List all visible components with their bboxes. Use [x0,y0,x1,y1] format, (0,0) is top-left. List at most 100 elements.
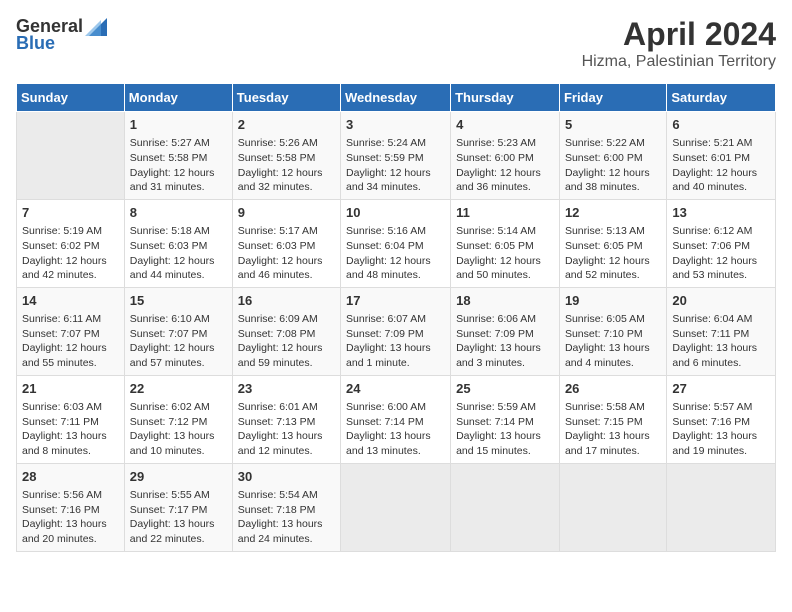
day-number: 14 [22,292,119,310]
day-info: Sunrise: 5:24 AM Sunset: 5:59 PM Dayligh… [346,136,445,195]
calendar-week-row: 7 Sunrise: 5:19 AM Sunset: 6:02 PM Daylig… [17,199,776,287]
day-number: 3 [346,116,445,134]
day-info: Sunrise: 5:14 AM Sunset: 6:05 PM Dayligh… [456,224,554,283]
header-day-monday: Monday [124,84,232,112]
day-info: Sunrise: 6:09 AM Sunset: 7:08 PM Dayligh… [238,312,335,371]
day-info: Sunrise: 5:23 AM Sunset: 6:00 PM Dayligh… [456,136,554,195]
header-day-friday: Friday [559,84,666,112]
calendar-cell: 10Sunrise: 5:16 AM Sunset: 6:04 PM Dayli… [341,199,451,287]
day-info: Sunrise: 5:19 AM Sunset: 6:02 PM Dayligh… [22,224,119,283]
day-info: Sunrise: 5:55 AM Sunset: 7:17 PM Dayligh… [130,488,227,547]
day-info: Sunrise: 5:59 AM Sunset: 7:14 PM Dayligh… [456,400,554,459]
calendar-cell: 30 Sunrise: 5:54 AM Sunset: 7:18 PM Dayli… [232,463,340,551]
day-number: 27 [672,380,770,398]
day-number: 25 [456,380,554,398]
header-day-sunday: Sunday [17,84,125,112]
day-number: 30 [238,468,335,486]
logo: General Blue [16,16,107,54]
calendar-cell: 9 Sunrise: 5:17 AM Sunset: 6:03 PM Daylig… [232,199,340,287]
day-number: 9 [238,204,335,222]
day-number: 16 [238,292,335,310]
day-info: Sunrise: 5:16 AM Sunset: 6:04 PM Dayligh… [346,224,445,283]
day-info: Sunrise: 6:07 AM Sunset: 7:09 PM Dayligh… [346,312,445,371]
calendar-week-row: 14 Sunrise: 6:11 AM Sunset: 7:07 PM Dayli… [17,287,776,375]
day-number: 1 [130,116,227,134]
day-number: 5 [565,116,661,134]
day-info: Sunrise: 5:57 AM Sunset: 7:16 PM Dayligh… [672,400,770,459]
day-number: 23 [238,380,335,398]
day-number: 19 [565,292,661,310]
day-info: Sunrise: 6:12 AM Sunset: 7:06 PM Dayligh… [672,224,770,283]
calendar-cell: 28 Sunrise: 5:56 AM Sunset: 7:16 PM Dayli… [17,463,125,551]
calendar-cell [667,463,776,551]
calendar-cell: 19Sunrise: 6:05 AM Sunset: 7:10 PM Dayli… [559,287,666,375]
calendar-cell: 11 Sunrise: 5:14 AM Sunset: 6:05 PM Dayli… [451,199,560,287]
header-day-saturday: Saturday [667,84,776,112]
calendar-cell: 25 Sunrise: 5:59 AM Sunset: 7:14 PM Dayli… [451,375,560,463]
day-number: 22 [130,380,227,398]
day-info: Sunrise: 5:22 AM Sunset: 6:00 PM Dayligh… [565,136,661,195]
day-info: Sunrise: 5:26 AM Sunset: 5:58 PM Dayligh… [238,136,335,195]
day-number: 24 [346,380,445,398]
calendar-cell: 3 Sunrise: 5:24 AM Sunset: 5:59 PM Daylig… [341,112,451,200]
calendar-cell: 5 Sunrise: 5:22 AM Sunset: 6:00 PM Daylig… [559,112,666,200]
day-info: Sunrise: 6:06 AM Sunset: 7:09 PM Dayligh… [456,312,554,371]
day-info: Sunrise: 6:02 AM Sunset: 7:12 PM Dayligh… [130,400,227,459]
page-header: General Blue April 2024 Hizma, Palestini… [16,16,776,71]
calendar-cell: 18 Sunrise: 6:06 AM Sunset: 7:09 PM Dayli… [451,287,560,375]
day-info: Sunrise: 5:17 AM Sunset: 6:03 PM Dayligh… [238,224,335,283]
day-number: 2 [238,116,335,134]
calendar-cell: 20Sunrise: 6:04 AM Sunset: 7:11 PM Dayli… [667,287,776,375]
day-info: Sunrise: 6:03 AM Sunset: 7:11 PM Dayligh… [22,400,119,459]
day-number: 6 [672,116,770,134]
calendar-cell: 12Sunrise: 5:13 AM Sunset: 6:05 PM Dayli… [559,199,666,287]
day-info: Sunrise: 5:56 AM Sunset: 7:16 PM Dayligh… [22,488,119,547]
header-day-tuesday: Tuesday [232,84,340,112]
calendar-cell: 24 Sunrise: 6:00 AM Sunset: 7:14 PM Dayli… [341,375,451,463]
day-info: Sunrise: 6:04 AM Sunset: 7:11 PM Dayligh… [672,312,770,371]
calendar-cell: 27 Sunrise: 5:57 AM Sunset: 7:16 PM Dayli… [667,375,776,463]
day-number: 11 [456,204,554,222]
calendar-cell: 13 Sunrise: 6:12 AM Sunset: 7:06 PM Dayli… [667,199,776,287]
calendar-table: SundayMondayTuesdayWednesdayThursdayFrid… [16,83,776,552]
day-number: 15 [130,292,227,310]
logo-icon [85,18,107,36]
day-info: Sunrise: 5:13 AM Sunset: 6:05 PM Dayligh… [565,224,661,283]
day-number: 7 [22,204,119,222]
calendar-cell: 6Sunrise: 5:21 AM Sunset: 6:01 PM Daylig… [667,112,776,200]
day-number: 18 [456,292,554,310]
calendar-cell: 21Sunrise: 6:03 AM Sunset: 7:11 PM Dayli… [17,375,125,463]
day-number: 4 [456,116,554,134]
calendar-cell [341,463,451,551]
day-info: Sunrise: 6:00 AM Sunset: 7:14 PM Dayligh… [346,400,445,459]
calendar-cell: 7 Sunrise: 5:19 AM Sunset: 6:02 PM Daylig… [17,199,125,287]
calendar-cell [559,463,666,551]
calendar-cell: 26 Sunrise: 5:58 AM Sunset: 7:15 PM Dayli… [559,375,666,463]
calendar-cell: 29 Sunrise: 5:55 AM Sunset: 7:17 PM Dayli… [124,463,232,551]
day-number: 26 [565,380,661,398]
calendar-header-row: SundayMondayTuesdayWednesdayThursdayFrid… [17,84,776,112]
day-number: 13 [672,204,770,222]
calendar-cell: 14 Sunrise: 6:11 AM Sunset: 7:07 PM Dayli… [17,287,125,375]
calendar-week-row: 21Sunrise: 6:03 AM Sunset: 7:11 PM Dayli… [17,375,776,463]
title-area: April 2024 Hizma, Palestinian Territory [582,16,776,71]
logo-blue-text: Blue [16,33,55,54]
calendar-cell: 16 Sunrise: 6:09 AM Sunset: 7:08 PM Dayli… [232,287,340,375]
calendar-cell: 17 Sunrise: 6:07 AM Sunset: 7:09 PM Dayli… [341,287,451,375]
calendar-cell: 15Sunrise: 6:10 AM Sunset: 7:07 PM Dayli… [124,287,232,375]
day-info: Sunrise: 5:27 AM Sunset: 5:58 PM Dayligh… [130,136,227,195]
day-info: Sunrise: 6:01 AM Sunset: 7:13 PM Dayligh… [238,400,335,459]
day-number: 28 [22,468,119,486]
day-info: Sunrise: 5:54 AM Sunset: 7:18 PM Dayligh… [238,488,335,547]
header-day-wednesday: Wednesday [341,84,451,112]
calendar-week-row: 28 Sunrise: 5:56 AM Sunset: 7:16 PM Dayli… [17,463,776,551]
day-number: 29 [130,468,227,486]
calendar-cell: 22 Sunrise: 6:02 AM Sunset: 7:12 PM Dayli… [124,375,232,463]
calendar-cell: 1 Sunrise: 5:27 AM Sunset: 5:58 PM Daylig… [124,112,232,200]
day-number: 17 [346,292,445,310]
calendar-week-row: 1 Sunrise: 5:27 AM Sunset: 5:58 PM Daylig… [17,112,776,200]
day-number: 8 [130,204,227,222]
day-info: Sunrise: 5:58 AM Sunset: 7:15 PM Dayligh… [565,400,661,459]
day-info: Sunrise: 6:11 AM Sunset: 7:07 PM Dayligh… [22,312,119,371]
calendar-cell: 8Sunrise: 5:18 AM Sunset: 6:03 PM Daylig… [124,199,232,287]
